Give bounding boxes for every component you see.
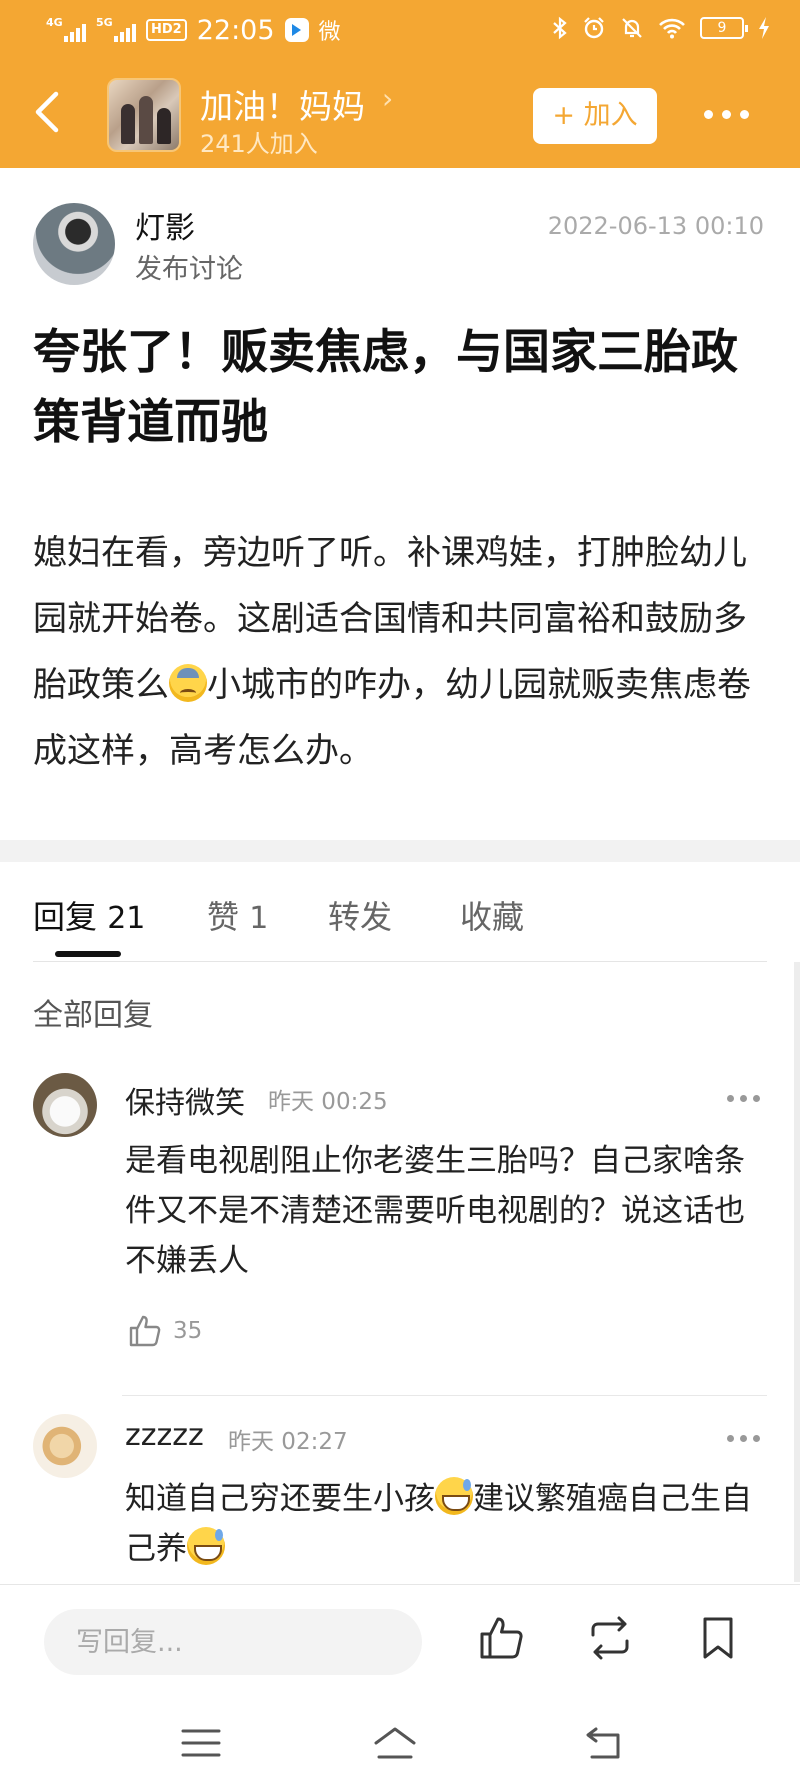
commenter-name[interactable]: 保持微笑	[125, 1078, 245, 1122]
signal-icon-2: 5G	[96, 16, 136, 42]
comment-time: 昨天 02:27	[228, 1429, 348, 1455]
bookmark-icon[interactable]	[693, 1613, 743, 1663]
tab-favorites[interactable]: 收藏	[460, 892, 524, 938]
bottom-action-bar	[0, 1584, 800, 1784]
comment-more-icon[interactable]	[727, 1435, 760, 1442]
tab-reposts[interactable]: 转发	[328, 892, 392, 938]
tab-likes-count: 1	[249, 901, 269, 936]
network-label-2: 5G	[96, 16, 113, 29]
mute-icon	[622, 18, 642, 38]
signal-icon-1: 4G	[46, 16, 86, 42]
app-notification-icon	[284, 18, 309, 42]
tab-replies-count: 21	[107, 901, 146, 936]
bluetooth-icon	[553, 16, 567, 40]
grin-sweat-emoji-icon	[187, 1527, 225, 1565]
all-replies-label: 全部回复	[33, 998, 153, 1033]
tab-replies[interactable]: 回复 21	[33, 892, 145, 938]
sad-sweat-emoji-icon	[169, 664, 207, 702]
tab-reposts-label: 转发	[328, 898, 393, 936]
chevron-right-icon[interactable]: ›	[382, 82, 393, 115]
group-avatar[interactable]	[107, 78, 181, 152]
post-title: 夸张了！贩卖焦虑，与国家三胎政策背道而驰	[33, 325, 738, 450]
network-label-1: 4G	[46, 16, 63, 29]
weibo-icon: 微	[318, 20, 341, 45]
commenter-avatar[interactable]	[33, 1073, 97, 1137]
hd-voice-icon: HD2	[146, 19, 187, 41]
more-options-icon[interactable]	[704, 110, 749, 119]
comment-like-count: 35	[173, 1318, 203, 1344]
tab-likes[interactable]: 赞 1	[207, 892, 268, 938]
grin-sweat-emoji-icon	[435, 1477, 473, 1515]
tabs-divider	[33, 961, 767, 962]
thumbs-up-icon[interactable]	[127, 1313, 163, 1349]
comment-more-icon[interactable]	[727, 1095, 760, 1102]
comment-text: 是看电视剧阻止你老婆生三胎吗？自己家啥条件又不是不清楚还需要听电视剧的？说这话也…	[125, 1143, 745, 1279]
alarm-icon	[584, 17, 604, 39]
back-arrow-icon[interactable]	[30, 88, 64, 136]
join-group-button[interactable]: + 加入	[533, 88, 657, 144]
commenter-name[interactable]: zzzzz	[125, 1418, 204, 1453]
author-name[interactable]: 灯影	[135, 203, 195, 247]
post-body: 媳妇在看，旁边听了听。补课鸡娃，打肿脸幼儿园就开始卷。这剧适合国情和共同富裕和鼓…	[33, 520, 773, 784]
menu-icon[interactable]	[178, 1723, 224, 1763]
commenter-avatar[interactable]	[33, 1414, 97, 1478]
author-avatar[interactable]	[33, 203, 115, 285]
section-divider	[0, 840, 800, 862]
comment-text: 知道自己穷还要生小孩 建议繁殖癌自己生自己养	[125, 1474, 775, 1574]
scrollbar[interactable]	[794, 962, 800, 1582]
status-bar: 4G 5G HD2 22:05 微 9	[0, 0, 800, 60]
clock: 22:05	[196, 14, 275, 46]
active-tab-indicator	[55, 951, 121, 957]
comment-text-1: 知道自己穷还要生小孩	[125, 1481, 435, 1517]
comment-separator	[122, 1395, 767, 1396]
status-left: 4G 5G HD2 22:05 微	[46, 14, 341, 46]
repost-icon[interactable]	[585, 1613, 635, 1663]
author-action: 发布讨论	[135, 254, 243, 285]
comment-time: 昨天 00:25	[268, 1089, 388, 1115]
group-member-count: 241人加入	[200, 130, 318, 158]
home-icon[interactable]	[372, 1723, 418, 1763]
tab-likes-label: 赞	[207, 898, 240, 936]
reply-input[interactable]	[44, 1609, 422, 1675]
charging-icon	[759, 17, 769, 39]
nav-row: 加油！妈妈 › 241人加入 + 加入	[0, 60, 800, 168]
battery-icon: 9	[700, 17, 748, 39]
post-timestamp: 2022-06-13 00:10	[547, 212, 764, 240]
tab-favorites-label: 收藏	[460, 898, 525, 936]
system-nav-bar	[0, 1705, 800, 1784]
interaction-tabs: 回复 21 赞 1 转发 收藏	[0, 862, 800, 962]
like-post-icon[interactable]	[476, 1613, 526, 1663]
group-name[interactable]: 加油！妈妈	[200, 80, 365, 128]
status-right: 9	[552, 16, 770, 40]
header-bar: 4G 5G HD2 22:05 微 9 加油！妈妈 › 241人加入 + 加入	[0, 0, 800, 168]
wifi-icon	[659, 18, 685, 39]
system-back-icon[interactable]	[582, 1723, 628, 1763]
tab-replies-label: 回复	[33, 898, 98, 936]
